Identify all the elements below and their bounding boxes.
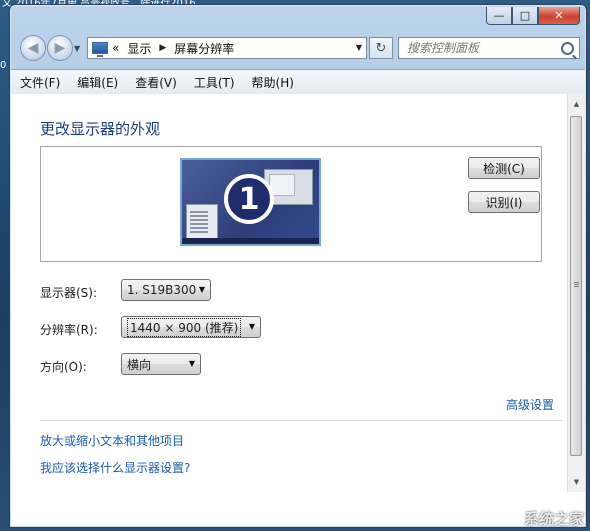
search-icon[interactable] xyxy=(561,42,574,55)
resolution-select-value: 1440 × 900 (推荐) xyxy=(127,317,242,337)
detect-button[interactable]: 检测(C) xyxy=(468,157,540,179)
close-button[interactable]: ✕ xyxy=(538,7,580,25)
content-pane: 更改显示器的外观 1 检测(C) 识别(I) 显示器(S): 1. S19B30… xyxy=(11,94,585,526)
chevron-down-icon: ▼ xyxy=(248,322,255,331)
scrollbar-thumb[interactable] xyxy=(570,116,582,456)
scrollbar-grip xyxy=(574,282,579,283)
menu-file[interactable]: 文件(F) xyxy=(11,74,68,91)
menu-bar: 文件(F) 编辑(E) 查看(V) 工具(T) 帮助(H) xyxy=(11,69,585,95)
search-input[interactable] xyxy=(405,40,559,56)
breadcrumb-display[interactable]: 显示 xyxy=(127,40,151,57)
orientation-label: 方向(O): xyxy=(40,360,87,374)
back-arrow-icon: ◀ xyxy=(27,40,39,56)
mini-taskbar xyxy=(182,238,319,244)
back-button[interactable]: ◀ xyxy=(20,35,46,61)
address-bar[interactable]: « 显示 ▶ 屏幕分辨率 ▼ xyxy=(87,37,367,59)
display-select-value: 1. S19B300 xyxy=(127,283,197,297)
search-box[interactable] xyxy=(398,37,580,59)
monitor-preview-area: 1 检测(C) 识别(I) xyxy=(40,146,542,262)
display-control-panel-icon xyxy=(92,42,108,57)
vertical-scrollbar[interactable]: ▲ ▼ xyxy=(567,94,585,492)
chevron-down-icon: ▼ xyxy=(188,359,195,368)
watermark-logo: 系统之家 xyxy=(523,510,584,528)
navigation-bar: ◀ ▶ ▼ « 显示 ▶ 屏幕分辨率 ▼ ↻ xyxy=(10,33,586,67)
orientation-select-value: 横向 xyxy=(127,357,152,372)
maximize-button[interactable]: □ xyxy=(512,7,538,25)
monitor-number-badge: 1 xyxy=(224,174,274,224)
menu-edit[interactable]: 编辑(E) xyxy=(68,74,126,91)
menu-tools[interactable]: 工具(T) xyxy=(185,74,243,91)
chevron-down-icon: ▼ xyxy=(198,285,205,294)
minimize-button[interactable]: — xyxy=(486,7,512,25)
breadcrumb-chevrons[interactable]: « xyxy=(112,41,119,55)
section-divider xyxy=(40,420,562,421)
menu-view[interactable]: 查看(V) xyxy=(126,74,185,91)
text-size-link[interactable]: 放大或缩小文本和其他项目 xyxy=(40,432,184,449)
refresh-icon: ↻ xyxy=(375,40,387,56)
display-select[interactable]: 1. S19B300 ▼ xyxy=(121,279,211,301)
which-settings-link[interactable]: 我应该选择什么显示器设置? xyxy=(40,459,190,476)
identify-button[interactable]: 识别(I) xyxy=(468,191,540,213)
recent-pages-dropdown-icon[interactable]: ▼ xyxy=(74,44,80,53)
scroll-down-icon[interactable]: ▼ xyxy=(569,474,584,490)
advanced-settings-link[interactable]: 高级设置 xyxy=(506,396,554,413)
display-label: 显示器(S): xyxy=(40,286,98,300)
page-title: 更改显示器的外观 xyxy=(40,120,161,138)
resolution-label: 分辨率(R): xyxy=(40,323,98,337)
mini-document-icon xyxy=(186,204,218,242)
resolution-select[interactable]: 1440 × 900 (推荐) ▼ xyxy=(121,316,261,338)
caption-buttons: — □ ✕ xyxy=(486,7,580,25)
control-panel-window: — □ ✕ ◀ ▶ ▼ « 显示 ▶ 屏幕分辨率 ▼ ↻ 文件(F) 编辑(E)… xyxy=(9,4,587,528)
menu-help[interactable]: 帮助(H) xyxy=(243,74,302,91)
monitor-thumbnail[interactable]: 1 xyxy=(180,158,321,246)
forward-arrow-icon: ▶ xyxy=(54,40,66,56)
address-dropdown-icon[interactable]: ▼ xyxy=(356,43,362,52)
desktop-edge-text: 0 xyxy=(0,60,7,71)
forward-button[interactable]: ▶ xyxy=(47,35,73,61)
orientation-select[interactable]: 横向 ▼ xyxy=(121,353,201,375)
breadcrumb-separator-icon[interactable]: ▶ xyxy=(159,43,166,53)
scroll-up-icon[interactable]: ▲ xyxy=(569,96,584,112)
breadcrumb-screen-resolution[interactable]: 屏幕分辨率 xyxy=(174,40,234,57)
refresh-button[interactable]: ↻ xyxy=(369,37,393,59)
